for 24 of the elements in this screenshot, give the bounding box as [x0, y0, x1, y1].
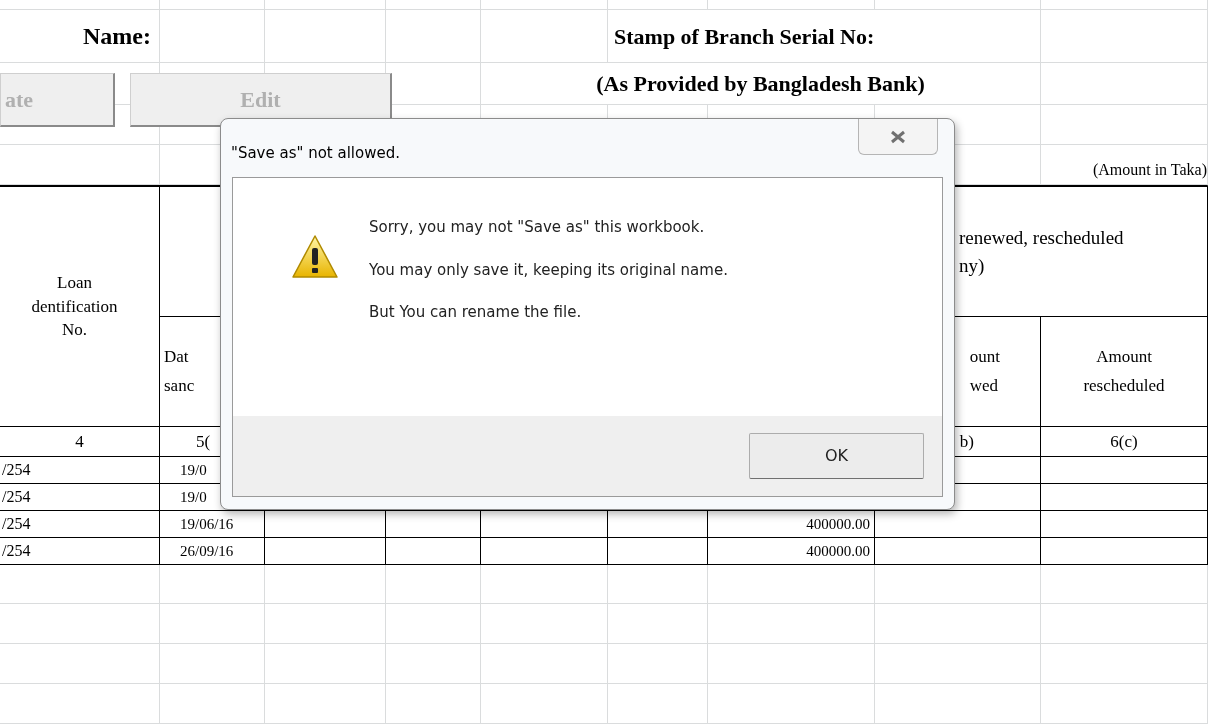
column-header: Loan dentification No.	[0, 187, 160, 427]
table-cell: /254	[0, 457, 160, 484]
table-cell: /254	[0, 538, 160, 565]
name-label: Name:	[0, 10, 160, 63]
provided-note: (As Provided by Bangladesh Bank)	[481, 63, 1041, 105]
close-button[interactable]	[858, 119, 938, 155]
amount-note: (Amount in Taka)	[1041, 145, 1208, 185]
table-cell: 400000.00	[708, 511, 875, 538]
ok-button[interactable]: OK	[749, 433, 924, 479]
message-text: You may only save it, keeping its original name.	[369, 259, 728, 281]
column-number: 6(c)	[1041, 427, 1208, 457]
stamp-label: Stamp of Branch Serial No:	[608, 10, 1041, 63]
message-text: But You can rename the file.	[369, 302, 583, 323]
column-number: 4	[0, 427, 160, 457]
table-cell: 400000.00	[708, 538, 875, 565]
dialog-title: "Save as" not allowed.	[231, 142, 400, 164]
warning-icon	[291, 234, 339, 280]
table-cell: /254	[0, 511, 160, 538]
message-text: Sorry, you may not "Save as" this workbook.	[369, 217, 706, 238]
column-header: Amount rescheduled	[1041, 317, 1208, 427]
close-icon	[890, 129, 906, 144]
table-cell: 19/06/16	[160, 511, 265, 538]
table-cell: 26/09/16	[160, 538, 265, 565]
table-cell: /254	[0, 484, 160, 511]
